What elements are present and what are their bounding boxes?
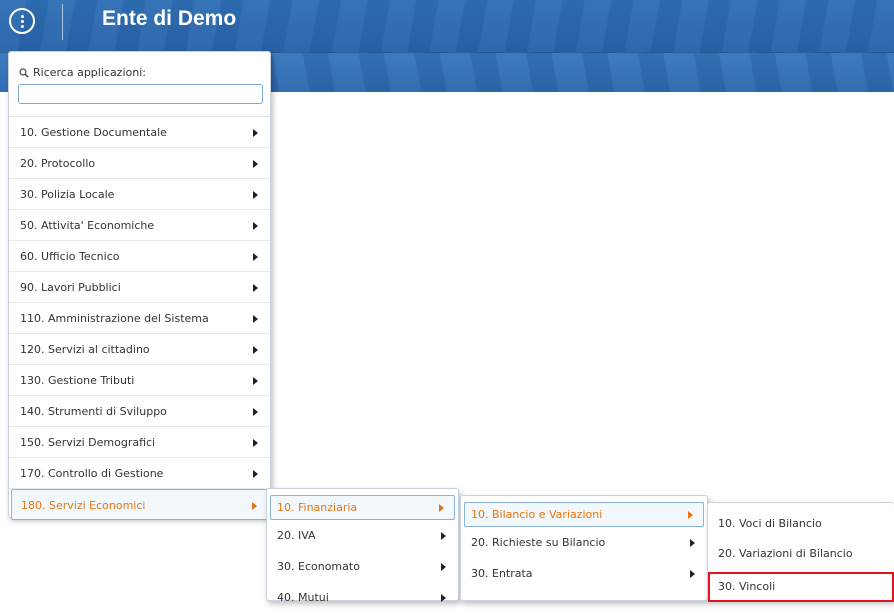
chevron-right-icon [253, 160, 258, 168]
chevron-right-icon [253, 439, 258, 447]
chevron-right-icon [688, 511, 693, 519]
menu-item-polizia-locale[interactable]: 30. Polizia Locale [9, 179, 270, 210]
search-label: Ricerca applicazioni: [19, 66, 146, 79]
menu-item-label: 10. Gestione Documentale [20, 126, 167, 139]
chevron-right-icon [690, 570, 695, 578]
submenu-item-bilancio-variazioni[interactable]: 10. Bilancio e Variazioni [464, 502, 704, 527]
submenu-item-label: 30. Economato [277, 560, 360, 573]
chevron-right-icon [252, 502, 257, 510]
search-input[interactable] [18, 84, 263, 104]
submenu-item-economato[interactable]: 30. Economato [267, 551, 458, 582]
submenu-item-vincoli[interactable]: 30. Vincoli [708, 572, 894, 602]
page-title: Ente di Demo [102, 7, 237, 30]
submenu-item-variazioni-bilancio[interactable]: 20. Variazioni di Bilancio [708, 539, 894, 569]
menu-item-servizi-economici[interactable]: 180. Servizi Economici [11, 489, 268, 520]
menu-item-label: 50. Attivita' Economiche [20, 219, 155, 232]
chevron-right-icon [253, 346, 258, 354]
submenu-bilancio-variazioni: 10. Voci di Bilancio 20. Variazioni di B… [707, 502, 894, 602]
menu-item-attivita-economiche[interactable]: 50. Attivita' Economiche [9, 210, 270, 241]
menu-item-amministrazione-sistema[interactable]: 110. Amministrazione del Sistema [9, 303, 270, 334]
search-icon [19, 67, 29, 78]
chevron-right-icon [253, 129, 258, 137]
submenu-item-entrata[interactable]: 30. Entrata [461, 558, 707, 589]
submenu-item-label: 10. Finanziaria [277, 501, 358, 514]
submenu-item-iva[interactable]: 20. IVA [267, 520, 458, 551]
menu-item-lavori-pubblici[interactable]: 90. Lavori Pubblici [9, 272, 270, 303]
submenu-item-label: 30. Entrata [471, 567, 533, 580]
menu-item-label: 120. Servizi al cittadino [20, 343, 150, 356]
submenu-item-label: 20. IVA [277, 529, 316, 542]
submenu-item-label: 10. Bilancio e Variazioni [471, 508, 603, 521]
menu-item-strumenti-sviluppo[interactable]: 140. Strumenti di Sviluppo [9, 396, 270, 427]
menu-item-ufficio-tecnico[interactable]: 60. Ufficio Tecnico [9, 241, 270, 272]
menu-item-label: 150. Servizi Demografici [20, 436, 156, 449]
menu-item-label: 110. Amministrazione del Sistema [20, 312, 209, 325]
menu-item-servizi-demografici[interactable]: 150. Servizi Demografici [9, 427, 270, 458]
header-divider [62, 4, 63, 40]
submenu-item-label: 40. Mutui [277, 591, 329, 604]
chevron-right-icon [253, 284, 258, 292]
vertical-dots-icon [20, 14, 24, 28]
menu-item-servizi-cittadino[interactable]: 120. Servizi al cittadino [9, 334, 270, 365]
search-label-text: Ricerca applicazioni: [33, 66, 146, 79]
submenu-item-label: 20. Variazioni di Bilancio [718, 547, 853, 560]
submenu-item-label: 20. Richieste su Bilancio [471, 536, 606, 549]
applications-list: 10. Gestione Documentale 20. Protocollo … [9, 117, 270, 520]
menu-item-gestione-documentale[interactable]: 10. Gestione Documentale [9, 117, 270, 148]
chevron-right-icon [253, 253, 258, 261]
chevron-right-icon [253, 191, 258, 199]
submenu-item-label: 10. Voci di Bilancio [718, 517, 822, 530]
chevron-right-icon [253, 408, 258, 416]
menu-item-controllo-gestione[interactable]: 170. Controllo di Gestione [9, 458, 270, 489]
menu-item-label: 30. Polizia Locale [20, 188, 115, 201]
menu-item-label: 90. Lavori Pubblici [20, 281, 121, 294]
menu-item-label: 60. Ufficio Tecnico [20, 250, 120, 263]
app-menu-button[interactable] [9, 8, 35, 34]
chevron-right-icon [439, 504, 444, 512]
menu-item-label: 140. Strumenti di Sviluppo [20, 405, 167, 418]
menu-item-protocollo[interactable]: 20. Protocollo [9, 148, 270, 179]
submenu-item-finanziaria[interactable]: 10. Finanziaria [270, 495, 455, 520]
menu-item-gestione-tributi[interactable]: 130. Gestione Tributi [9, 365, 270, 396]
chevron-right-icon [253, 315, 258, 323]
submenu-finanziaria: 10. Bilancio e Variazioni 20. Richieste … [460, 495, 708, 601]
chevron-right-icon [253, 222, 258, 230]
menu-item-label: 20. Protocollo [20, 157, 96, 170]
submenu-item-voci-bilancio[interactable]: 10. Voci di Bilancio [708, 509, 894, 539]
submenu-item-label: 30. Vincoli [718, 580, 776, 593]
submenu-item-mutui[interactable]: 40. Mutui [267, 582, 458, 613]
chevron-right-icon [690, 539, 695, 547]
chevron-right-icon [441, 532, 446, 540]
submenu-servizi-economici: 10. Finanziaria 20. IVA 30. Economato 40… [266, 488, 459, 604]
menu-item-label: 130. Gestione Tributi [20, 374, 135, 387]
chevron-right-icon [253, 377, 258, 385]
submenu-item-richieste-bilancio[interactable]: 20. Richieste su Bilancio [461, 527, 707, 558]
menu-item-label: 180. Servizi Economici [21, 499, 146, 512]
chevron-right-icon [441, 563, 446, 571]
chevron-right-icon [253, 470, 258, 478]
menu-item-label: 170. Controllo di Gestione [20, 467, 164, 480]
applications-menu: Ricerca applicazioni: 10. Gestione Docum… [8, 51, 271, 520]
